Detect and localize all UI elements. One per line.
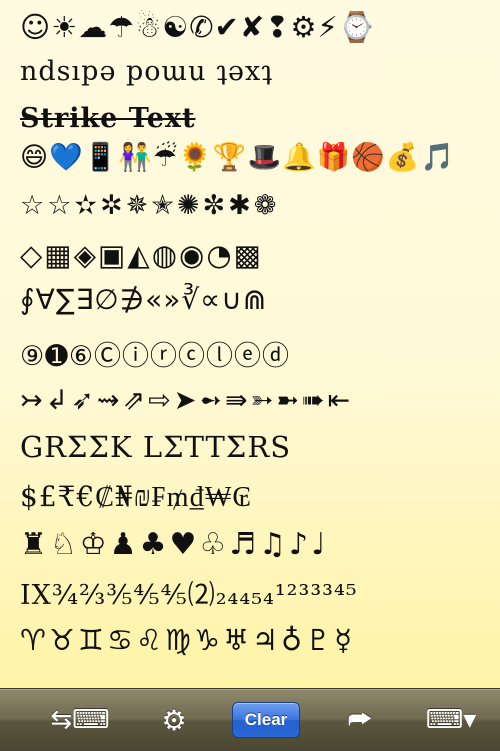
chess-music-line: ♜♘♔♟♣♥♧♬♫♪♩ <box>20 527 329 562</box>
zodiac-line: ♈♉♊♋♌♍♑♅♃♁♇☿ <box>20 623 356 657</box>
math-symbols-line: ∮∀∑∃∅∌«»∛∝∪⋒ <box>20 283 268 316</box>
currency-line: $£₹€₡₦₪₣₥₫₩₢ <box>20 480 253 513</box>
clear-button-wrap[interactable]: Clear <box>232 689 300 751</box>
circled-text-line: ⑨➊⑥Ⓒⓘⓡⓒⓛⓔⓓ <box>20 341 291 372</box>
share-icon[interactable]: ⮫ <box>335 689 385 751</box>
upside-down-text-line: ndsıpǝ poɯu ʇǝxʇ <box>20 56 274 87</box>
swap-keyboard-icon[interactable]: ⇆⌨ <box>40 689 120 751</box>
bottom-toolbar: ⇆⌨ ⚙ Clear ⮫ ⌨▾ <box>0 688 500 751</box>
arrows-line: ↣↲➶⇝⇗⇨➤➻⇛➳➼➠⇤ <box>20 385 354 416</box>
clear-button[interactable]: Clear <box>232 702 300 738</box>
gear-icon[interactable]: ⚙ <box>150 689 198 751</box>
text-editor[interactable]: ☺☀☁☂☃☯✆✔✘❢⚙⚡⌚ ndsıpǝ poɯu ʇǝxʇ Strike Te… <box>0 0 500 688</box>
keyboard-icon[interactable]: ⌨▾ <box>418 689 484 751</box>
strike-text-line: Strike Text <box>20 103 196 134</box>
numbers-line: IX¾⅔⅗⅘⅘⑵₂₄₄₅₄¹²³³³⁴⁵ <box>20 580 358 611</box>
symbols-line: ☺☀☁☂☃☯✆✔✘❢⚙⚡⌚ <box>20 10 376 44</box>
greek-letters-line: GRΣΣK LΣTTΣRS <box>20 430 292 464</box>
emoji-line: 😄💙📱👫☔🌻🏆🎩🔔🎁🏀💰🎵 <box>20 142 456 173</box>
shapes-line: ◇▦◈▣◭◍◉◔▩ <box>20 238 264 272</box>
stars-line: ☆☆✫✲✵✭✺✼✱❁ <box>20 190 280 221</box>
